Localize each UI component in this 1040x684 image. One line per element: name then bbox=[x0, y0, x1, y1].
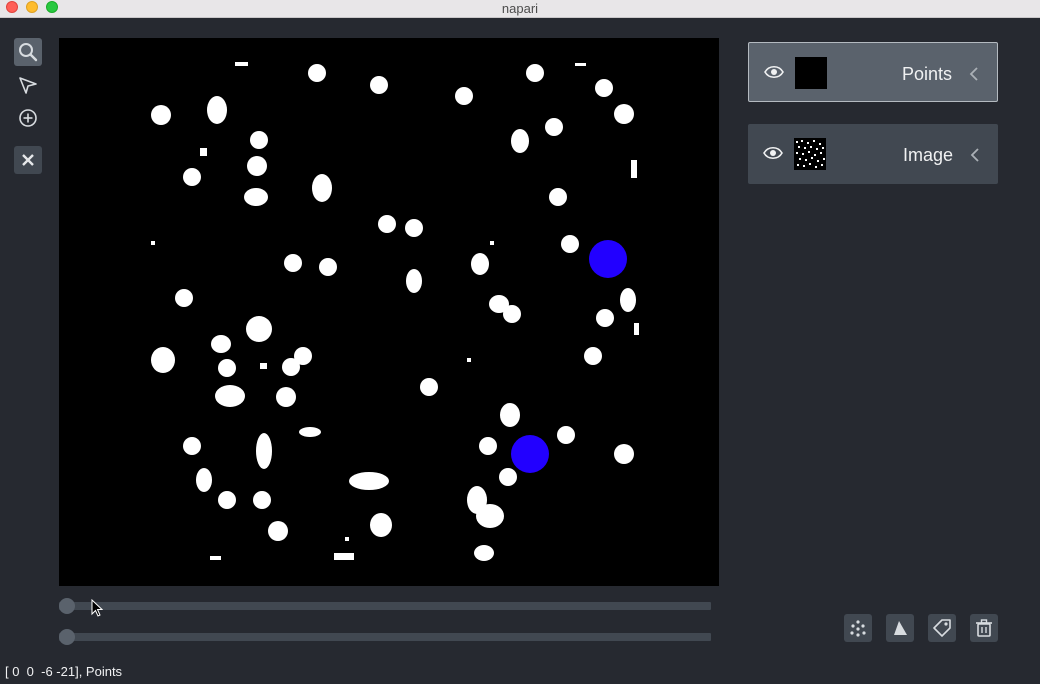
select-tool-button[interactable] bbox=[14, 71, 42, 99]
layer-thumbnail bbox=[795, 57, 827, 89]
layer-name[interactable]: Points bbox=[902, 64, 952, 85]
delete-layer-button[interactable] bbox=[970, 614, 998, 642]
layer-item-points[interactable]: Points bbox=[748, 42, 998, 102]
circle-plus-icon bbox=[19, 109, 37, 127]
slider-handle[interactable] bbox=[59, 598, 75, 614]
point-marker bbox=[511, 435, 549, 473]
mouse-cursor-icon bbox=[91, 599, 103, 617]
layer-item-image[interactable]: Image bbox=[748, 124, 998, 184]
image-blobs bbox=[151, 62, 639, 561]
window-title: napari bbox=[501, 1, 539, 16]
slider-handle[interactable] bbox=[59, 629, 75, 645]
new-labels-layer-button[interactable] bbox=[928, 614, 956, 642]
image-canvas[interactable] bbox=[59, 38, 719, 586]
title-bar: napari bbox=[0, 0, 1040, 18]
chevron-left-icon[interactable] bbox=[970, 148, 980, 162]
point-marker bbox=[589, 240, 627, 278]
new-points-layer-button[interactable] bbox=[844, 614, 872, 642]
arrow-cursor-icon bbox=[19, 77, 37, 94]
eye-icon[interactable] bbox=[763, 146, 783, 160]
x-icon bbox=[22, 154, 34, 166]
zoom-tool-button[interactable] bbox=[14, 38, 42, 66]
new-shapes-layer-button[interactable] bbox=[886, 614, 914, 642]
layer-thumbnail bbox=[794, 138, 826, 170]
delete-layer-icon bbox=[976, 619, 992, 637]
dims-slider-1[interactable] bbox=[59, 629, 711, 645]
magnifier-icon bbox=[19, 43, 38, 62]
layer-name[interactable]: Image bbox=[903, 145, 953, 166]
dims-slider-0[interactable] bbox=[59, 598, 711, 614]
chevron-left-icon[interactable] bbox=[969, 67, 979, 81]
eye-icon[interactable] bbox=[764, 65, 784, 79]
new-points-icon bbox=[850, 620, 866, 637]
add-point-tool-button[interactable] bbox=[14, 104, 42, 132]
canvas-view[interactable] bbox=[59, 38, 719, 586]
delete-selected-points-button[interactable] bbox=[14, 146, 42, 174]
new-labels-icon bbox=[933, 619, 951, 637]
status-bar-text: [ 0 0 -6 -21], Points bbox=[5, 664, 123, 679]
new-shapes-icon bbox=[894, 621, 907, 635]
